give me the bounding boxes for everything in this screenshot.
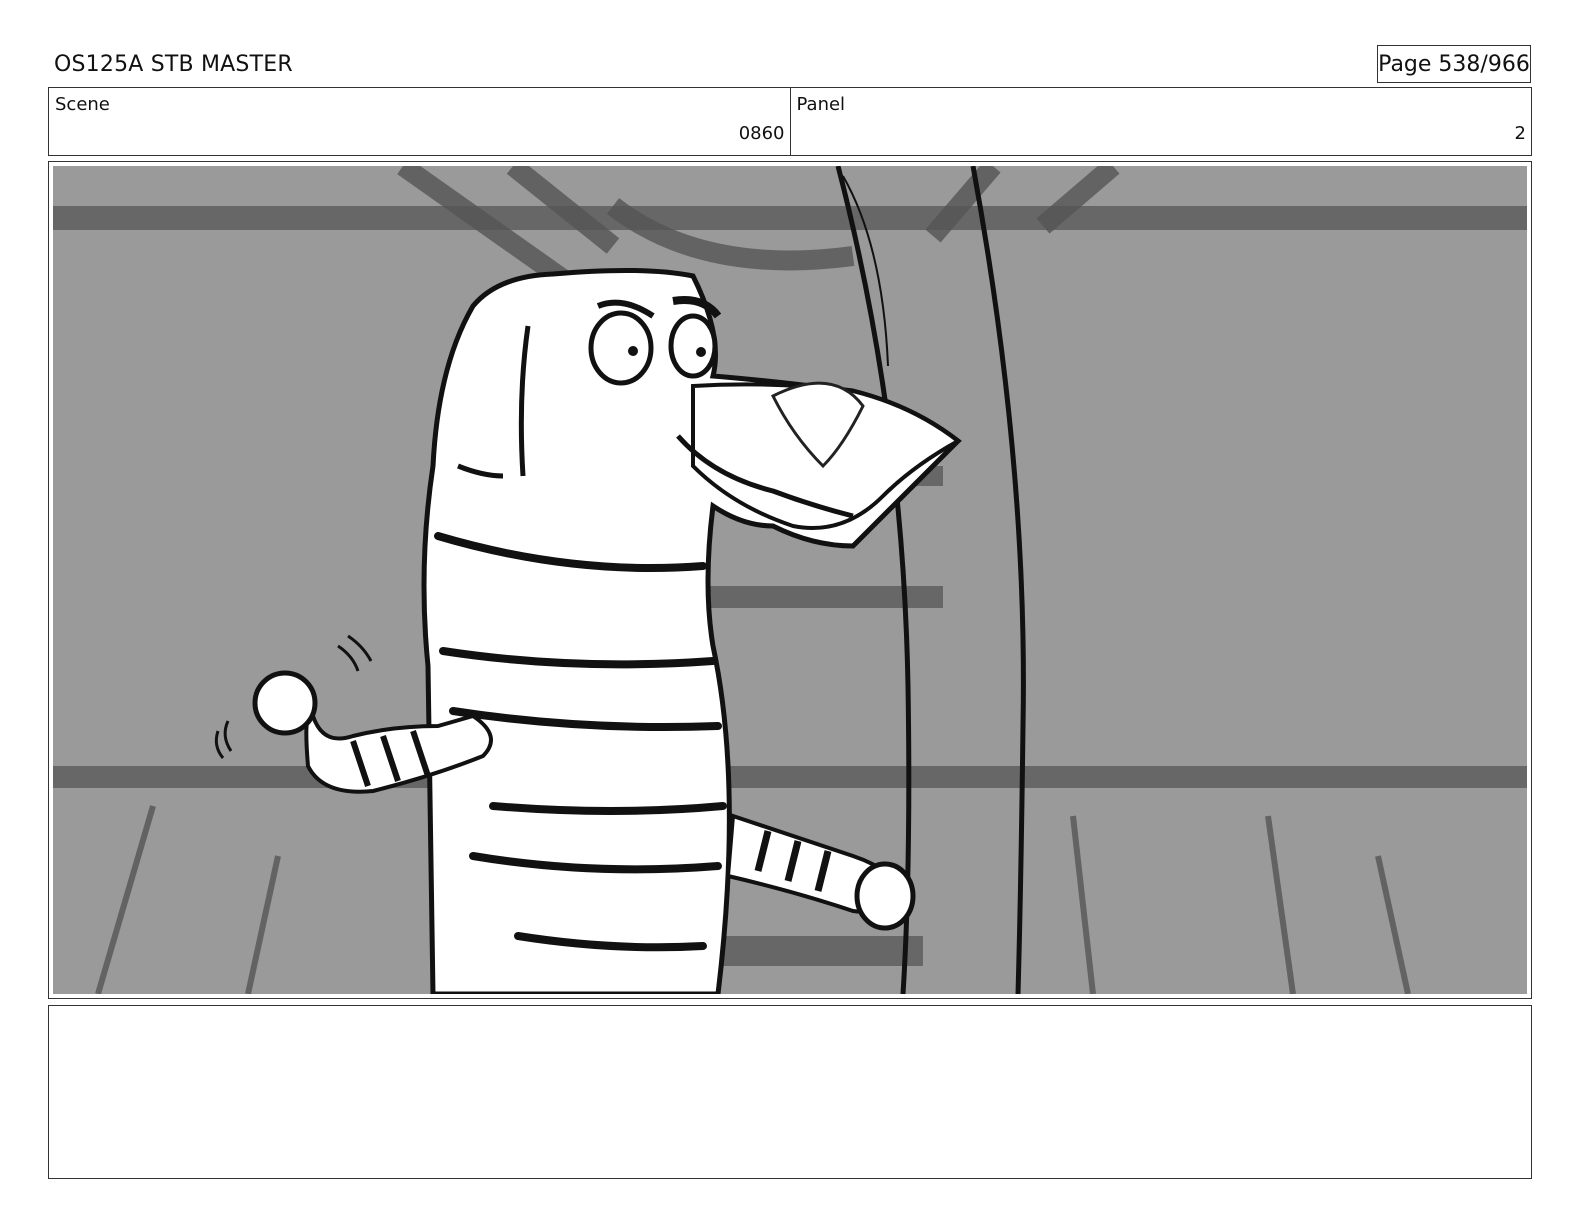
document-title: OS125A STB MASTER [54,52,293,77]
panel-label: Panel [796,94,846,115]
panel-cell: Panel 2 [789,88,1532,155]
scene-label: Scene [55,94,110,115]
storyboard-sketch [53,166,1527,994]
storyboard-drawing-area [53,166,1527,994]
storyboard-frame [48,161,1532,999]
info-row: Scene 0860 Panel 2 [48,87,1532,156]
page-number-box: Page 538/966 [1377,45,1531,83]
panel-value: 2 [1514,123,1526,144]
scene-cell: Scene 0860 [49,88,790,155]
scene-value: 0860 [738,123,785,144]
notes-box [48,1005,1532,1179]
